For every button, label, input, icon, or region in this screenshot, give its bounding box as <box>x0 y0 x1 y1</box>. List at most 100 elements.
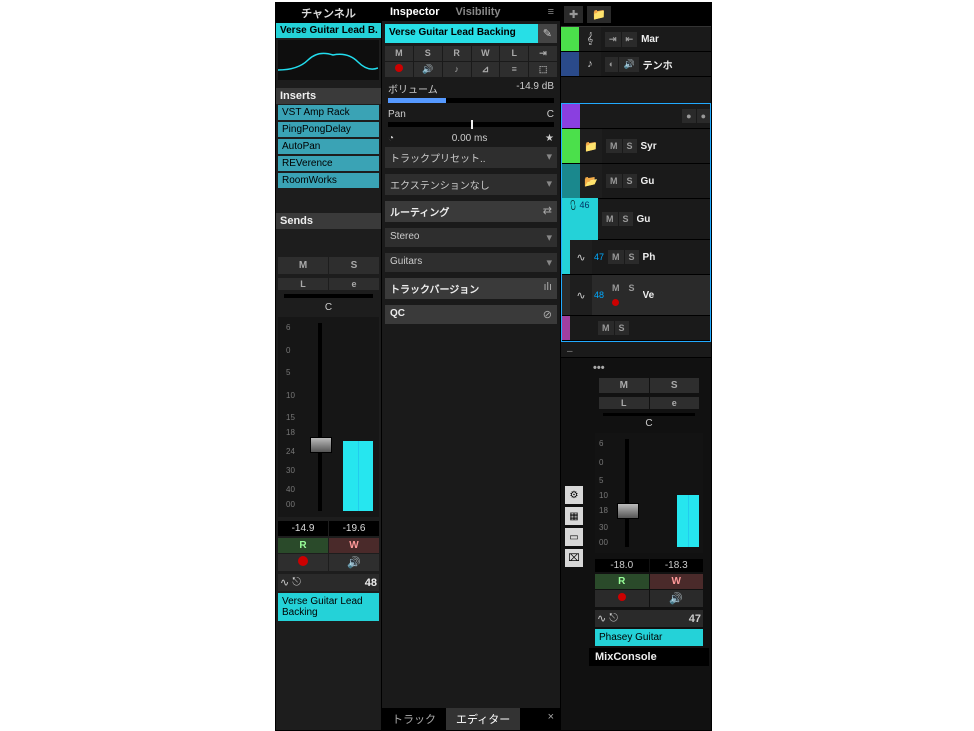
solo-button[interactable]: S <box>625 250 639 264</box>
mix-side-button[interactable]: ⚙ <box>565 486 583 504</box>
mix-side-button[interactable]: ▭ <box>565 528 583 546</box>
edit-button[interactable]: e <box>650 397 700 409</box>
track-btn[interactable]: ● <box>697 109 710 123</box>
track-color[interactable]: ⩇46 <box>562 198 598 240</box>
mute-button[interactable]: M <box>385 46 413 61</box>
pan-slider[interactable] <box>388 122 554 127</box>
lane-button[interactable]: ⊿ <box>472 62 500 77</box>
pan-value[interactable]: C <box>547 109 554 120</box>
eq-curve-display[interactable] <box>278 40 379 80</box>
insert-slot[interactable]: PingPongDelay <box>278 122 379 137</box>
track-row[interactable]: ⩇46 MS Gu <box>562 199 710 240</box>
mute-button[interactable]: M <box>606 139 622 153</box>
add-track-button[interactable]: ✚ <box>564 6 583 23</box>
write-button[interactable]: W <box>472 46 500 61</box>
listen-button[interactable]: L <box>500 46 528 61</box>
link-icon[interactable]: ⎋ <box>609 612 618 625</box>
write-automation-button[interactable]: W <box>650 574 704 589</box>
track-row[interactable]: 𝄞 ⇥⇤ Mar <box>561 27 711 52</box>
inspector-track-name[interactable]: Verse Guitar Lead Backing <box>385 24 538 43</box>
fader-cap[interactable] <box>617 503 639 519</box>
track-btn[interactable]: ⇤ <box>622 32 638 47</box>
tab-mixconsole[interactable]: MixConsole <box>589 648 709 666</box>
collapse-button[interactable]: – <box>561 346 711 357</box>
track-color[interactable] <box>562 164 580 198</box>
track-name[interactable]: Ve <box>643 290 655 301</box>
listen-button[interactable]: L <box>599 397 649 409</box>
tab-visibility[interactable]: Visibility <box>448 3 509 21</box>
mute-button[interactable]: M <box>606 174 622 188</box>
track-name[interactable]: Mar <box>641 34 659 45</box>
record-arm-button[interactable] <box>385 62 413 77</box>
mute-button[interactable]: M <box>608 281 624 295</box>
solo-button[interactable]: S <box>650 378 700 393</box>
solo-button[interactable]: S <box>623 139 637 153</box>
volume-slider[interactable] <box>388 98 554 103</box>
read-automation-button[interactable]: R <box>278 538 328 553</box>
track-btn[interactable]: ● <box>682 109 695 123</box>
freeze-button[interactable]: ⇥ <box>529 46 557 61</box>
solo-button[interactable]: S <box>329 257 379 274</box>
inserts-header[interactable]: Inserts <box>276 88 381 104</box>
read-automation-button[interactable]: R <box>595 574 649 589</box>
lock-button[interactable]: ≡ <box>500 62 528 77</box>
insert-slot[interactable]: REVerence <box>278 156 379 171</box>
monitor-button[interactable]: 🔊 <box>329 554 379 571</box>
mute-button[interactable]: M <box>602 212 618 226</box>
qc-section-header[interactable]: QC⊘ <box>385 305 557 324</box>
inplace-button[interactable]: ⬚ <box>529 62 557 77</box>
inspector-menu-icon[interactable]: ≡ <box>542 3 560 21</box>
mix-side-button[interactable]: ⌧ <box>565 549 583 567</box>
insert-slot[interactable]: AutoPan <box>278 139 379 154</box>
track-name[interactable]: Gu <box>641 176 655 187</box>
solo-button[interactable]: S <box>615 321 629 335</box>
tab-editor[interactable]: エディター <box>446 708 520 730</box>
fader-cap[interactable] <box>310 437 332 453</box>
close-button[interactable]: × <box>542 708 560 730</box>
input-routing-selector[interactable]: Stereo▾ <box>385 228 557 247</box>
write-automation-button[interactable]: W <box>329 538 379 553</box>
channel-track-name[interactable]: Verse Guitar Lead B. <box>276 23 381 38</box>
read-button[interactable]: R <box>443 46 471 61</box>
track-btn[interactable]: ◐ <box>605 57 618 72</box>
mute-button[interactable]: M <box>278 257 328 274</box>
track-row[interactable]: MS <box>562 316 710 341</box>
monitor-button[interactable]: 🔊 <box>414 62 442 77</box>
edit-button[interactable]: e <box>329 278 379 290</box>
volume-value[interactable]: -14.9 dB <box>516 81 554 96</box>
tab-track[interactable]: トラック <box>382 708 446 730</box>
mix-side-button[interactable]: ▦ <box>565 507 583 525</box>
solo-button[interactable]: S <box>414 46 442 61</box>
delay-value[interactable]: 0.00 ms <box>452 133 488 144</box>
track-btn[interactable]: ⇥ <box>605 32 621 47</box>
track-name[interactable]: Ph <box>643 252 656 263</box>
monitor-button[interactable]: 🔊 <box>650 590 704 607</box>
record-arm-button[interactable] <box>595 590 649 607</box>
track-row[interactable]: ●● <box>562 104 710 129</box>
star-icon[interactable]: ★ <box>545 133 554 144</box>
channel-name-field[interactable]: Verse Guitar Lead Backing <box>278 593 379 621</box>
pan-value[interactable]: C <box>276 302 381 313</box>
track-color[interactable] <box>562 240 570 274</box>
solo-button[interactable]: S <box>623 174 637 188</box>
track-row-selected[interactable]: ∿ 48 MS Ve <box>562 275 710 316</box>
listen-button[interactable]: L <box>278 278 328 290</box>
add-folder-button[interactable]: 📁 <box>587 6 611 23</box>
track-color[interactable] <box>562 129 580 163</box>
musical-mode-button[interactable]: ♪ <box>443 62 471 77</box>
sends-header[interactable]: Sends <box>276 213 381 229</box>
track-color[interactable] <box>562 316 570 340</box>
track-row[interactable]: ∿ 47 MS Ph <box>562 240 710 275</box>
track-name[interactable]: Gu <box>637 214 651 225</box>
pan-value[interactable]: C <box>589 418 709 429</box>
track-name[interactable]: Syr <box>641 141 657 152</box>
track-color[interactable] <box>561 27 579 51</box>
track-row[interactable]: 📂 MS Gu <box>562 164 710 199</box>
link-icon[interactable]: ⎋ <box>292 576 301 589</box>
extension-selector[interactable]: エクステンションなし▾ <box>385 174 557 195</box>
track-row[interactable]: 📁 MS Syr <box>562 129 710 164</box>
track-row[interactable]: ♪ ◐🔊 テンホ <box>561 52 711 77</box>
routing-section-header[interactable]: ルーティング⇄ <box>385 201 557 222</box>
mute-button[interactable]: M <box>599 378 649 393</box>
track-btn[interactable]: 🔊 <box>619 57 638 72</box>
